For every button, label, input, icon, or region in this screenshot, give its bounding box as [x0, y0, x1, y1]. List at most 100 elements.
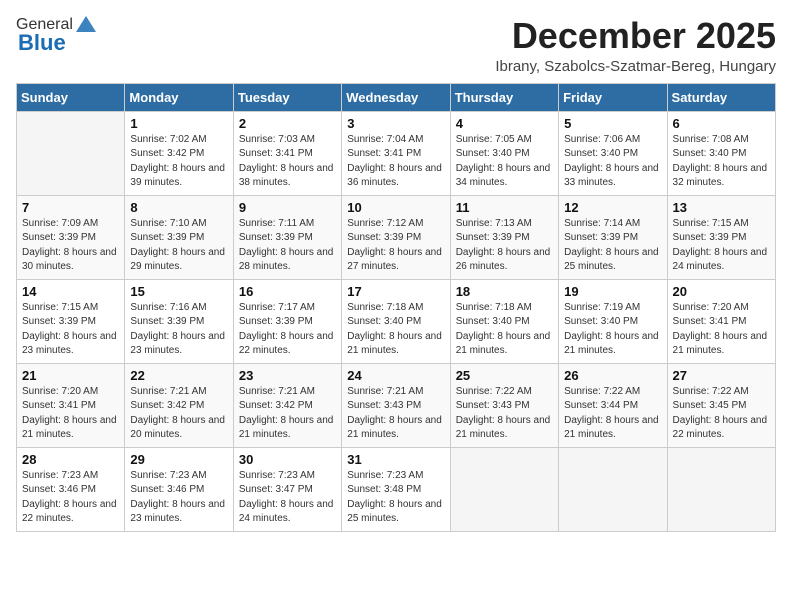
day-number: 19	[564, 284, 661, 299]
table-row: 13Sunrise: 7:15 AMSunset: 3:39 PMDayligh…	[667, 195, 775, 279]
day-info: Sunrise: 7:22 AMSunset: 3:44 PMDaylight:…	[564, 385, 661, 443]
day-info: Sunrise: 7:15 AMSunset: 3:39 PMDaylight:…	[22, 301, 119, 359]
day-number: 27	[673, 368, 770, 383]
day-number: 20	[673, 284, 770, 299]
day-number: 14	[22, 284, 119, 299]
table-row: 29 Sunrise: 7:23 AMSunset: 3:46 PMDayligh…	[125, 447, 233, 531]
day-number: 24	[347, 368, 444, 383]
table-row: 4 Sunrise: 7:05 AMSunset: 3:40 PMDaylight…	[450, 111, 558, 195]
day-info: Sunrise: 7:05 AMSunset: 3:40 PMDaylight:…	[456, 133, 553, 191]
day-number: 1	[130, 116, 227, 131]
day-info: Sunrise: 7:10 AMSunset: 3:39 PMDaylight:…	[130, 217, 227, 275]
calendar-week-row: 7Sunrise: 7:09 AMSunset: 3:39 PMDaylight…	[17, 195, 776, 279]
day-info: Sunrise: 7:18 AMSunset: 3:40 PMDaylight:…	[456, 301, 553, 359]
table-row: 19 Sunrise: 7:19 AMSunset: 3:40 PMDayligh…	[559, 279, 667, 363]
table-row: 10 Sunrise: 7:12 AMSunset: 3:39 PMDayligh…	[342, 195, 450, 279]
table-row: 9Sunrise: 7:11 AMSunset: 3:39 PMDaylight…	[233, 195, 341, 279]
logo: General Blue	[16, 16, 96, 56]
table-row: 6 Sunrise: 7:08 AMSunset: 3:40 PMDaylight…	[667, 111, 775, 195]
day-number: 21	[22, 368, 119, 383]
day-info: Sunrise: 7:15 AMSunset: 3:39 PMDaylight:…	[673, 217, 770, 275]
day-info: Sunrise: 7:21 AMSunset: 3:42 PMDaylight:…	[130, 385, 227, 443]
col-saturday: Saturday	[667, 83, 775, 111]
day-info: Sunrise: 7:21 AMSunset: 3:42 PMDaylight:…	[239, 385, 336, 443]
table-row	[559, 447, 667, 531]
location-subtitle: Ibrany, Szabolcs-Szatmar-Bereg, Hungary	[495, 58, 776, 75]
table-row: 14 Sunrise: 7:15 AMSunset: 3:39 PMDayligh…	[17, 279, 125, 363]
day-info: Sunrise: 7:16 AMSunset: 3:39 PMDaylight:…	[130, 301, 227, 359]
calendar-header-row: Sunday Monday Tuesday Wednesday Thursday…	[17, 83, 776, 111]
day-number: 23	[239, 368, 336, 383]
day-info: Sunrise: 7:23 AMSunset: 3:47 PMDaylight:…	[239, 469, 336, 527]
col-friday: Friday	[559, 83, 667, 111]
col-thursday: Thursday	[450, 83, 558, 111]
day-info: Sunrise: 7:21 AMSunset: 3:43 PMDaylight:…	[347, 385, 444, 443]
day-number: 6	[673, 116, 770, 131]
calendar-week-row: 28 Sunrise: 7:23 AMSunset: 3:46 PMDayligh…	[17, 447, 776, 531]
day-number: 11	[456, 200, 553, 215]
table-row: 25Sunrise: 7:22 AMSunset: 3:43 PMDayligh…	[450, 363, 558, 447]
col-sunday: Sunday	[17, 83, 125, 111]
day-number: 5	[564, 116, 661, 131]
day-number: 7	[22, 200, 119, 215]
col-wednesday: Wednesday	[342, 83, 450, 111]
day-number: 16	[239, 284, 336, 299]
table-row: 21 Sunrise: 7:20 AMSunset: 3:41 PMDayligh…	[17, 363, 125, 447]
day-number: 15	[130, 284, 227, 299]
calendar-table: Sunday Monday Tuesday Wednesday Thursday…	[16, 83, 776, 532]
table-row: 24 Sunrise: 7:21 AMSunset: 3:43 PMDayligh…	[342, 363, 450, 447]
day-info: Sunrise: 7:08 AMSunset: 3:40 PMDaylight:…	[673, 133, 770, 191]
day-number: 31	[347, 452, 444, 467]
table-row	[17, 111, 125, 195]
day-number: 26	[564, 368, 661, 383]
table-row	[450, 447, 558, 531]
table-row: 27 Sunrise: 7:22 AMSunset: 3:45 PMDayligh…	[667, 363, 775, 447]
table-row	[667, 447, 775, 531]
day-info: Sunrise: 7:20 AMSunset: 3:41 PMDaylight:…	[22, 385, 119, 443]
table-row: 17Sunrise: 7:18 AMSunset: 3:40 PMDayligh…	[342, 279, 450, 363]
day-info: Sunrise: 7:14 AMSunset: 3:39 PMDaylight:…	[564, 217, 661, 275]
table-row: 22 Sunrise: 7:21 AMSunset: 3:42 PMDayligh…	[125, 363, 233, 447]
page-header: General Blue December 2025 Ibrany, Szabo…	[16, 16, 776, 75]
day-info: Sunrise: 7:03 AMSunset: 3:41 PMDaylight:…	[239, 133, 336, 191]
day-info: Sunrise: 7:13 AMSunset: 3:39 PMDaylight:…	[456, 217, 553, 275]
day-info: Sunrise: 7:22 AMSunset: 3:45 PMDaylight:…	[673, 385, 770, 443]
table-row: 30 Sunrise: 7:23 AMSunset: 3:47 PMDayligh…	[233, 447, 341, 531]
table-row: 3 Sunrise: 7:04 AMSunset: 3:41 PMDaylight…	[342, 111, 450, 195]
logo-icon	[76, 16, 96, 32]
table-row: 2 Sunrise: 7:03 AMSunset: 3:41 PMDaylight…	[233, 111, 341, 195]
day-info: Sunrise: 7:23 AMSunset: 3:46 PMDaylight:…	[130, 469, 227, 527]
table-row: 20 Sunrise: 7:20 AMSunset: 3:41 PMDayligh…	[667, 279, 775, 363]
day-info: Sunrise: 7:12 AMSunset: 3:39 PMDaylight:…	[347, 217, 444, 275]
day-number: 3	[347, 116, 444, 131]
day-number: 22	[130, 368, 227, 383]
calendar-week-row: 14 Sunrise: 7:15 AMSunset: 3:39 PMDayligh…	[17, 279, 776, 363]
day-number: 2	[239, 116, 336, 131]
month-title: December 2025	[495, 16, 776, 56]
table-row: 26 Sunrise: 7:22 AMSunset: 3:44 PMDayligh…	[559, 363, 667, 447]
table-row: 11 Sunrise: 7:13 AMSunset: 3:39 PMDayligh…	[450, 195, 558, 279]
calendar-week-row: 1 Sunrise: 7:02 AMSunset: 3:42 PMDaylight…	[17, 111, 776, 195]
calendar-week-row: 21 Sunrise: 7:20 AMSunset: 3:41 PMDayligh…	[17, 363, 776, 447]
table-row: 16Sunrise: 7:17 AMSunset: 3:39 PMDayligh…	[233, 279, 341, 363]
table-row: 23 Sunrise: 7:21 AMSunset: 3:42 PMDayligh…	[233, 363, 341, 447]
table-row: 1 Sunrise: 7:02 AMSunset: 3:42 PMDaylight…	[125, 111, 233, 195]
day-info: Sunrise: 7:18 AMSunset: 3:40 PMDaylight:…	[347, 301, 444, 359]
day-number: 10	[347, 200, 444, 215]
table-row: 8Sunrise: 7:10 AMSunset: 3:39 PMDaylight…	[125, 195, 233, 279]
table-row: 7Sunrise: 7:09 AMSunset: 3:39 PMDaylight…	[17, 195, 125, 279]
day-number: 28	[22, 452, 119, 467]
col-monday: Monday	[125, 83, 233, 111]
title-block: December 2025 Ibrany, Szabolcs-Szatmar-B…	[495, 16, 776, 75]
table-row: 5Sunrise: 7:06 AMSunset: 3:40 PMDaylight…	[559, 111, 667, 195]
day-info: Sunrise: 7:04 AMSunset: 3:41 PMDaylight:…	[347, 133, 444, 191]
table-row: 18Sunrise: 7:18 AMSunset: 3:40 PMDayligh…	[450, 279, 558, 363]
day-info: Sunrise: 7:19 AMSunset: 3:40 PMDaylight:…	[564, 301, 661, 359]
day-number: 4	[456, 116, 553, 131]
table-row: 15 Sunrise: 7:16 AMSunset: 3:39 PMDayligh…	[125, 279, 233, 363]
day-number: 30	[239, 452, 336, 467]
day-info: Sunrise: 7:20 AMSunset: 3:41 PMDaylight:…	[673, 301, 770, 359]
table-row: 12Sunrise: 7:14 AMSunset: 3:39 PMDayligh…	[559, 195, 667, 279]
day-number: 29	[130, 452, 227, 467]
day-info: Sunrise: 7:02 AMSunset: 3:42 PMDaylight:…	[130, 133, 227, 191]
